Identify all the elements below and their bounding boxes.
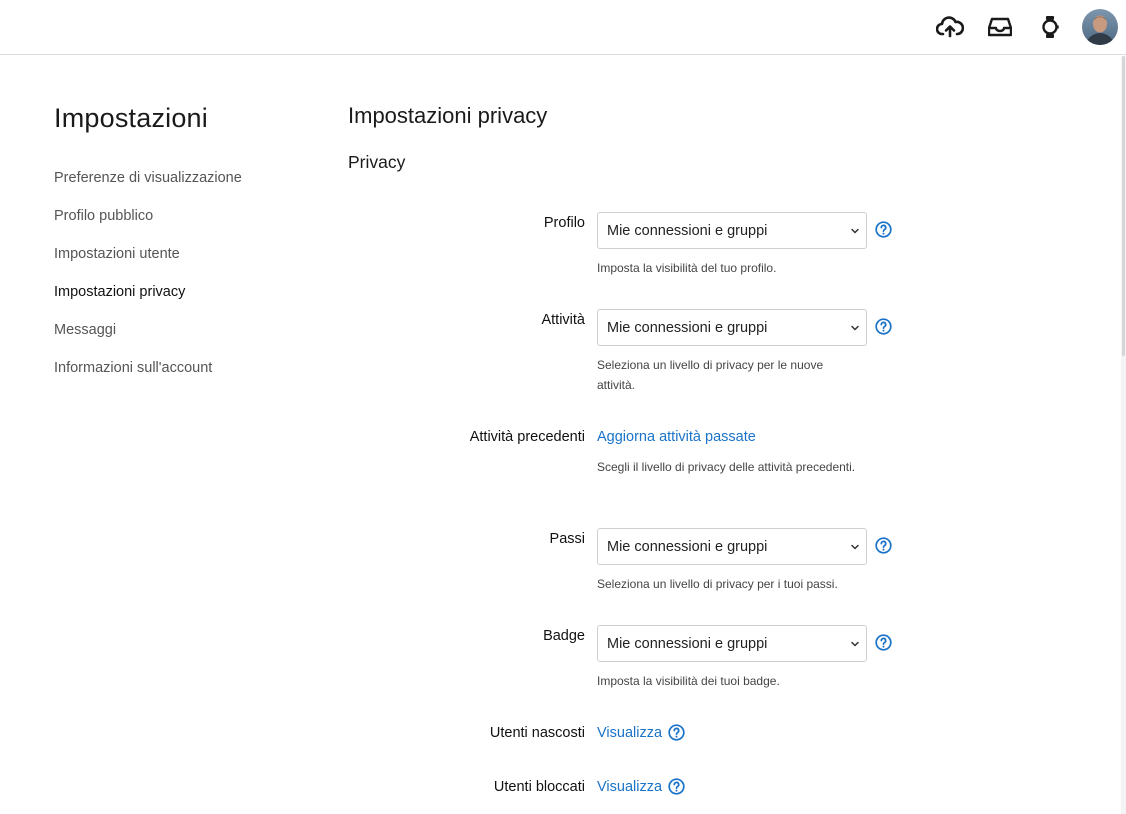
sidebar-item-user-settings[interactable]: Impostazioni utente — [54, 246, 180, 262]
sidebar-item-privacy-settings[interactable]: Impostazioni privacy — [54, 284, 185, 300]
sidebar-item-account-info[interactable]: Informazioni sull'account — [54, 360, 212, 376]
sidebar-title: Impostazioni — [54, 103, 208, 133]
page-scrollbar[interactable] — [1121, 56, 1126, 814]
help-icon[interactable] — [668, 724, 685, 741]
steps-privacy-select[interactable]: Mie connessioni e gruppi — [597, 528, 867, 565]
past-activities-hint: Scegli il livello di privacy delle attiv… — [597, 460, 856, 474]
chevron-down-icon — [851, 325, 859, 330]
sidebar-item-public-profile[interactable]: Profilo pubblico — [54, 208, 153, 224]
help-icon[interactable] — [668, 778, 685, 795]
chevron-down-icon — [851, 228, 859, 233]
update-past-activities-link[interactable]: Aggiorna attività passate — [597, 429, 756, 445]
profile-hint: Imposta la visibilità del tuo profilo. — [597, 261, 777, 275]
activity-privacy-select[interactable]: Mie connessioni e gruppi — [597, 309, 867, 346]
user-avatar[interactable] — [1082, 9, 1118, 45]
view-blocked-users-link[interactable]: Visualizza — [597, 779, 662, 795]
scrollbar-thumb[interactable] — [1122, 56, 1125, 356]
view-hidden-users-link[interactable]: Visualizza — [597, 725, 662, 741]
profile-privacy-select[interactable]: Mie connessioni e gruppi — [597, 212, 867, 249]
chevron-down-icon — [851, 544, 859, 549]
sidebar-item-messages[interactable]: Messaggi — [54, 322, 116, 338]
steps-hint: Seleziona un livello di privacy per i tu… — [597, 577, 838, 591]
sidebar-item-display-preferences[interactable]: Preferenze di visualizzazione — [54, 170, 242, 186]
help-icon[interactable] — [875, 634, 892, 651]
badge-hint: Imposta la visibilità dei tuoi badge. — [597, 674, 780, 688]
help-icon[interactable] — [875, 318, 892, 335]
activity-privacy-value: Mie connessioni e gruppi — [607, 319, 768, 336]
badge-privacy-select[interactable]: Mie connessioni e gruppi — [597, 625, 867, 662]
blocked-users-label: Utenti bloccati — [493, 779, 585, 795]
top-bar — [0, 0, 1126, 55]
activity-hint: Seleziona un livello di privacy per le n… — [597, 358, 824, 392]
help-icon[interactable] — [875, 537, 892, 554]
profile-privacy-value: Mie connessioni e gruppi — [607, 222, 768, 239]
past-activities-label: Attività precedenti — [469, 429, 585, 445]
help-icon[interactable] — [875, 221, 892, 238]
profile-label: Profilo — [543, 215, 585, 231]
badge-privacy-value: Mie connessioni e gruppi — [607, 635, 768, 652]
cloud-upload-icon[interactable] — [935, 12, 965, 42]
hidden-users-label: Utenti nascosti — [489, 725, 585, 741]
activity-label: Attività — [541, 312, 585, 328]
watch-icon[interactable] — [1035, 12, 1065, 42]
section-title: Privacy — [348, 152, 406, 172]
steps-label: Passi — [549, 531, 585, 547]
page-title: Impostazioni privacy — [348, 103, 548, 128]
badge-label: Badge — [543, 628, 585, 644]
chevron-down-icon — [851, 641, 859, 646]
steps-privacy-value: Mie connessioni e gruppi — [607, 538, 768, 555]
inbox-icon[interactable] — [985, 12, 1015, 42]
